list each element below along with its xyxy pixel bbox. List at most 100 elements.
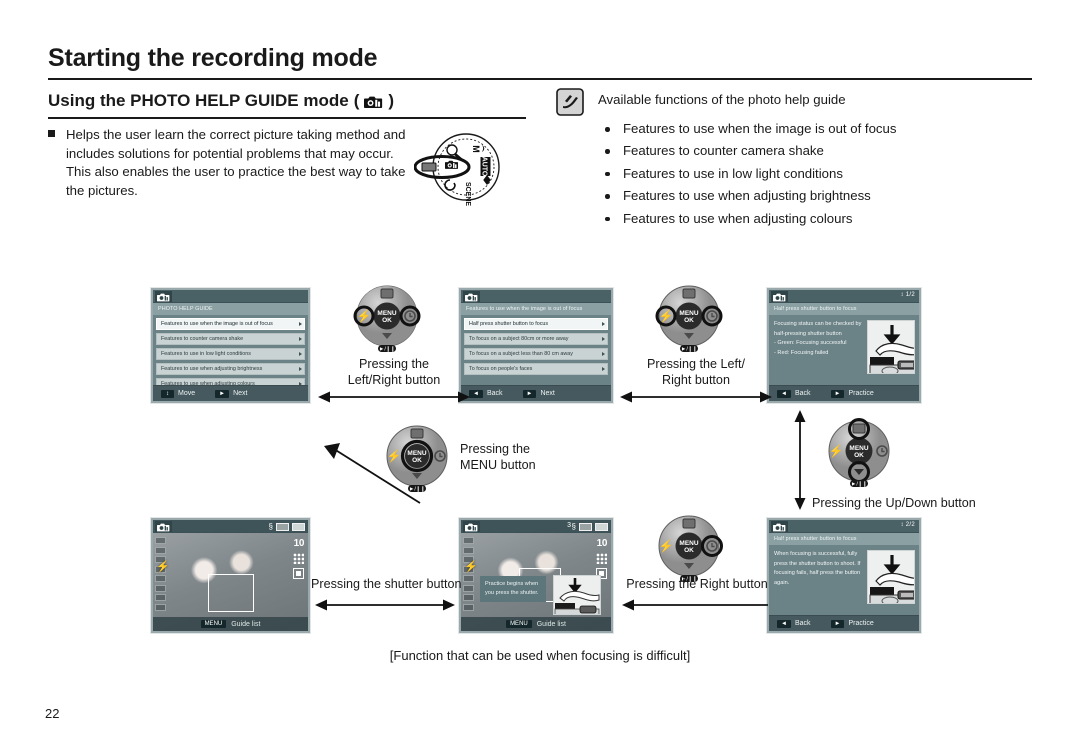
arrow-up-down [793, 410, 807, 515]
icon-5 [463, 575, 474, 582]
list-item[interactable]: To focus on a subject less than 80 cm aw… [464, 347, 608, 361]
menu-key-icon: MENU [200, 620, 227, 628]
lcd-topbar: ↕ 1/2 [769, 290, 919, 303]
right-key-icon: ► [522, 389, 537, 398]
icon-8 [463, 603, 474, 611]
dot-bullet-icon [605, 171, 610, 177]
list-item[interactable]: To focus on a subject 80cm or more away [464, 332, 608, 346]
chevron-right-icon [601, 352, 605, 357]
lcd-help-body: Focusing status can be checked by half-p… [769, 316, 919, 374]
back-button[interactable]: ◄ Back [777, 389, 811, 398]
photo-help-guide-icon [463, 291, 480, 302]
svg-text:M: M [471, 145, 481, 153]
practice-button[interactable]: ► Practice [830, 619, 874, 628]
photo-help-guide-icon [771, 521, 788, 532]
list-item: Features to use when adjusting brightnes… [598, 185, 896, 207]
list-item[interactable]: Features to use when adjusting brightnes… [156, 362, 305, 376]
dpad-left-right-highlight[interactable]: MENU OK ⚡ ►/❙❙ [348, 280, 426, 358]
right-key-icon: ► [830, 389, 845, 398]
lcd-topbar [153, 290, 308, 303]
caption-left-right-button: Pressing the Left/Right button [347, 357, 441, 387]
arrow-shutter [315, 598, 455, 617]
resolution-label: 10 [596, 538, 608, 549]
lcd-topbar: § [153, 520, 308, 533]
caption-menu-button: Pressing the MENU button [460, 442, 536, 472]
battery-icon [595, 522, 608, 531]
left-icon-column [463, 537, 476, 611]
caption-right-button: Pressing the Right button [626, 577, 768, 591]
list-item: Features to use when the image is out of… [598, 118, 896, 140]
shot-counter: 3 [567, 522, 571, 529]
full-press-shutter-hand-illustration [866, 550, 915, 604]
arrow-left-right-1 [318, 390, 470, 409]
lcd-bottom-bar: ↕ Move ► Next [153, 385, 308, 401]
section-title: Using the PHOTO HELP GUIDE mode ( ) [48, 91, 394, 111]
icon-1 [155, 537, 166, 544]
svg-text:⚡: ⚡ [659, 539, 674, 553]
svg-text:►/❙❙: ►/❙❙ [851, 481, 867, 488]
lcd-photo-help-guide-menu: PHOTO HELP GUIDE Features to use when th… [151, 288, 310, 403]
next-button[interactable]: ► Next [215, 389, 247, 398]
chevron-right-icon [298, 352, 302, 357]
practice-button[interactable]: ► Practice [830, 389, 874, 398]
memory-card-icon [579, 522, 592, 531]
left-key-icon: ◄ [469, 389, 483, 398]
svg-text:►/❙❙: ►/❙❙ [681, 346, 697, 353]
half-press-shutter-hand-illustration [866, 320, 915, 374]
lcd-help-detail-page-1: ↕ 1/2 Half press shutter button to focus… [767, 288, 921, 403]
lcd-out-of-focus-submenu: Features to use when the image is out of… [459, 288, 613, 403]
list-item[interactable]: Features to counter camera shake [156, 332, 305, 346]
chevron-right-icon [298, 322, 302, 327]
svg-text:⚡: ⚡ [659, 309, 674, 323]
lcd-menu-rows: Half press shutter button to focus To fo… [461, 316, 611, 376]
photo-help-guide-icon [155, 521, 172, 532]
chevron-right-icon [601, 337, 605, 342]
lcd-subheading: Half press shutter button to focus [769, 533, 919, 546]
updown-key-icon: ↕ [161, 389, 174, 398]
lcd-topbar: ↕ 2/2 [769, 520, 919, 533]
svg-text:⚡: ⚡ [357, 309, 372, 323]
next-button[interactable]: ► Next [522, 389, 555, 398]
metering-icon [293, 568, 304, 579]
svg-text:OK: OK [684, 547, 694, 554]
battery-icon [292, 522, 305, 531]
lcd-menu-bar: MENU Guide list [153, 617, 308, 631]
guide-list-label: Guide list [231, 620, 261, 628]
section-title-text: Using the PHOTO HELP GUIDE mode [48, 91, 349, 110]
svg-text:MENU: MENU [679, 310, 698, 317]
chevron-right-icon [601, 367, 605, 372]
icon-2 [463, 546, 474, 554]
section-divider [48, 117, 526, 119]
lcd-topbar [461, 290, 611, 303]
updown-arrow-icon: ↕ [900, 522, 904, 528]
list-item: Features to use when adjusting colours [598, 208, 896, 230]
status-icons: § [269, 522, 305, 531]
title-divider [48, 78, 1032, 80]
dpad-left-right-highlight-2[interactable]: MENU OK ⚡ ►/❙❙ [650, 280, 728, 358]
sound-off-icon: § [268, 522, 273, 531]
lcd-menu-bar: MENU Guide list [461, 617, 611, 631]
lcd-bottom-bar: ◄ Back ► Next [461, 385, 611, 401]
note-list: Features to use when the image is out of… [598, 118, 896, 230]
dot-bullet-icon [605, 149, 610, 154]
dpad-up-down-highlight[interactable]: MENU OK ⚡ ►/❙❙ [820, 415, 898, 493]
back-button[interactable]: ◄ Back [777, 619, 811, 628]
list-item[interactable]: Features to use in low light conditions [156, 347, 305, 361]
list-item[interactable]: Half press shutter button to focus [464, 318, 608, 331]
back-button[interactable]: ◄ Back [469, 389, 503, 398]
svg-text:MENU: MENU [377, 310, 396, 317]
move-button[interactable]: ↕ Move [161, 389, 195, 398]
list-item[interactable]: To focus on people's faces [464, 362, 608, 376]
lcd-live-view-guide-list: § ⚡ 10 MENU Guide list [151, 518, 310, 633]
svg-text:OK: OK [854, 452, 864, 459]
list-item[interactable]: Features to use when the image is out of… [156, 318, 305, 331]
af-frame [208, 574, 254, 612]
dot-bullet-icon [605, 216, 610, 222]
guide-list-label: Guide list [536, 620, 566, 628]
chevron-right-icon [298, 337, 302, 342]
list-item: Features to use in low light conditions [598, 163, 896, 185]
updown-arrow-icon: ↕ [900, 292, 904, 298]
intro-text: Helps the user learn the correct picture… [66, 127, 406, 198]
lcd-help-detail-page-2: ↕ 2/2 Half press shutter button to focus… [767, 518, 921, 633]
flow-diagram: PHOTO HELP GUIDE Features to use when th… [0, 255, 1080, 675]
